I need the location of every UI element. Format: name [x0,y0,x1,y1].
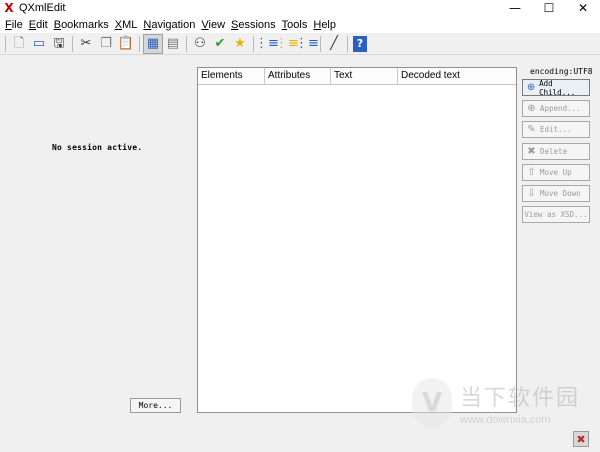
copy-icon[interactable]: ❐ [96,34,116,54]
menu-bar: File Edit Bookmarks XML Navigation View … [0,16,600,33]
move-up-button[interactable]: ⇧ Move Up [522,164,590,181]
status-bar-icon[interactable]: ✖ [573,431,589,447]
window-controls: — ☐ ✕ [498,0,600,16]
menu-navigation[interactable]: Navigation [140,19,198,31]
toolbar-separator [253,35,254,52]
maximize-button[interactable]: ☐ [532,0,566,16]
validate-check-icon[interactable]: ✔ [210,34,230,54]
watermark-url: www.downxia.com [460,414,551,426]
tree-header: Elements Attributes Text Decoded text [198,68,516,85]
tree-collapse-icon[interactable]: ⋮≡ [275,34,299,54]
menu-view[interactable]: View [198,19,228,31]
window-title: QXmlEdit [19,2,66,14]
toolbar-separator [347,35,348,52]
toolbar-separator [72,35,73,52]
add-child-icon: ⊕ [526,82,536,93]
move-up-label: Move Up [540,168,572,177]
menu-sessions[interactable]: Sessions [228,19,279,31]
add-child-label: Add Child... [539,78,576,97]
append-label: Append... [540,104,581,113]
menu-xml[interactable]: XML [112,19,141,31]
column-header-text[interactable]: Text [331,68,398,84]
minimize-button[interactable]: — [498,0,532,16]
pen-icon[interactable]: ╱ [324,34,344,54]
watermark-logo-icon: Ⅴ [412,378,452,428]
toolbar: 🗋 ▭ 🖫 ✂ ❐ 📋 ▦ ▤ ⚇ ✔ ★ ⋮≡ ⋮≡ ⋮≡ ╱ ? [0,33,600,55]
cut-icon[interactable]: ✂ [76,34,96,54]
append-icon: ⊕ [527,103,536,114]
watermark: Ⅴ 当下软件园 www.downxia.com [412,378,580,428]
watermark-name: 当下软件园 [460,386,581,411]
binoculars-find-icon[interactable]: ⚇ [190,34,210,54]
app-logo-icon: X [4,1,14,15]
delete-icon: ✖ [527,146,536,157]
edit-pencil-icon: ✎ [527,124,536,135]
view-as-xsd-button[interactable]: View as XSD... [522,206,590,223]
bookmark-star-icon[interactable]: ★ [230,34,250,54]
open-file-icon[interactable]: ▭ [29,34,49,54]
move-down-button[interactable]: ⇩ Move Down [522,185,590,202]
move-down-label: Move Down [540,189,581,198]
delete-label: Delete [540,147,568,156]
column-header-elements[interactable]: Elements [198,68,265,84]
session-status: No session active. [52,143,143,152]
append-button[interactable]: ⊕ Append... [522,100,590,117]
toolbar-separator [139,35,140,52]
toolbar-separator [320,35,321,52]
toolbar-separator [5,35,6,52]
watermark-text: 当下软件园 www.downxia.com [460,380,580,426]
column-header-attributes[interactable]: Attributes [265,68,331,84]
arrow-down-icon: ⇩ [527,188,536,199]
tree-move-icon[interactable]: ⋮≡ [295,34,319,54]
arrow-up-icon: ⇧ [527,167,536,178]
help-icon[interactable]: ? [353,35,367,52]
menu-bookmarks[interactable]: Bookmarks [51,19,112,31]
new-file-icon[interactable]: 🗋 [9,34,29,54]
delete-button[interactable]: ✖ Delete [522,143,590,160]
save-icon[interactable]: 🖫 [49,34,69,54]
title-bar: X QXmlEdit — ☐ ✕ [0,0,600,16]
menu-help[interactable]: Help [310,19,339,31]
edit-button[interactable]: ✎ Edit... [522,121,590,138]
compact-view-icon[interactable]: ▦ [143,33,163,54]
table-view-icon[interactable]: ▤ [163,34,183,54]
close-button[interactable]: ✕ [566,0,600,16]
toolbar-separator [186,35,187,52]
edit-label: Edit... [540,125,572,134]
menu-file[interactable]: File [2,19,26,31]
add-child-button[interactable]: ⊕ Add Child... [522,78,590,97]
menu-edit[interactable]: Edit [26,19,51,31]
tree-expand-icon[interactable]: ⋮≡ [255,34,279,54]
menu-tools[interactable]: Tools [279,19,311,31]
more-button[interactable]: More... [130,398,181,413]
xml-tree-view[interactable]: Elements Attributes Text Decoded text [197,67,517,413]
encoding-label: encoding:UTF8 [530,67,593,76]
column-header-decoded-text[interactable]: Decoded text [398,68,516,84]
paste-icon[interactable]: 📋 [116,34,136,54]
